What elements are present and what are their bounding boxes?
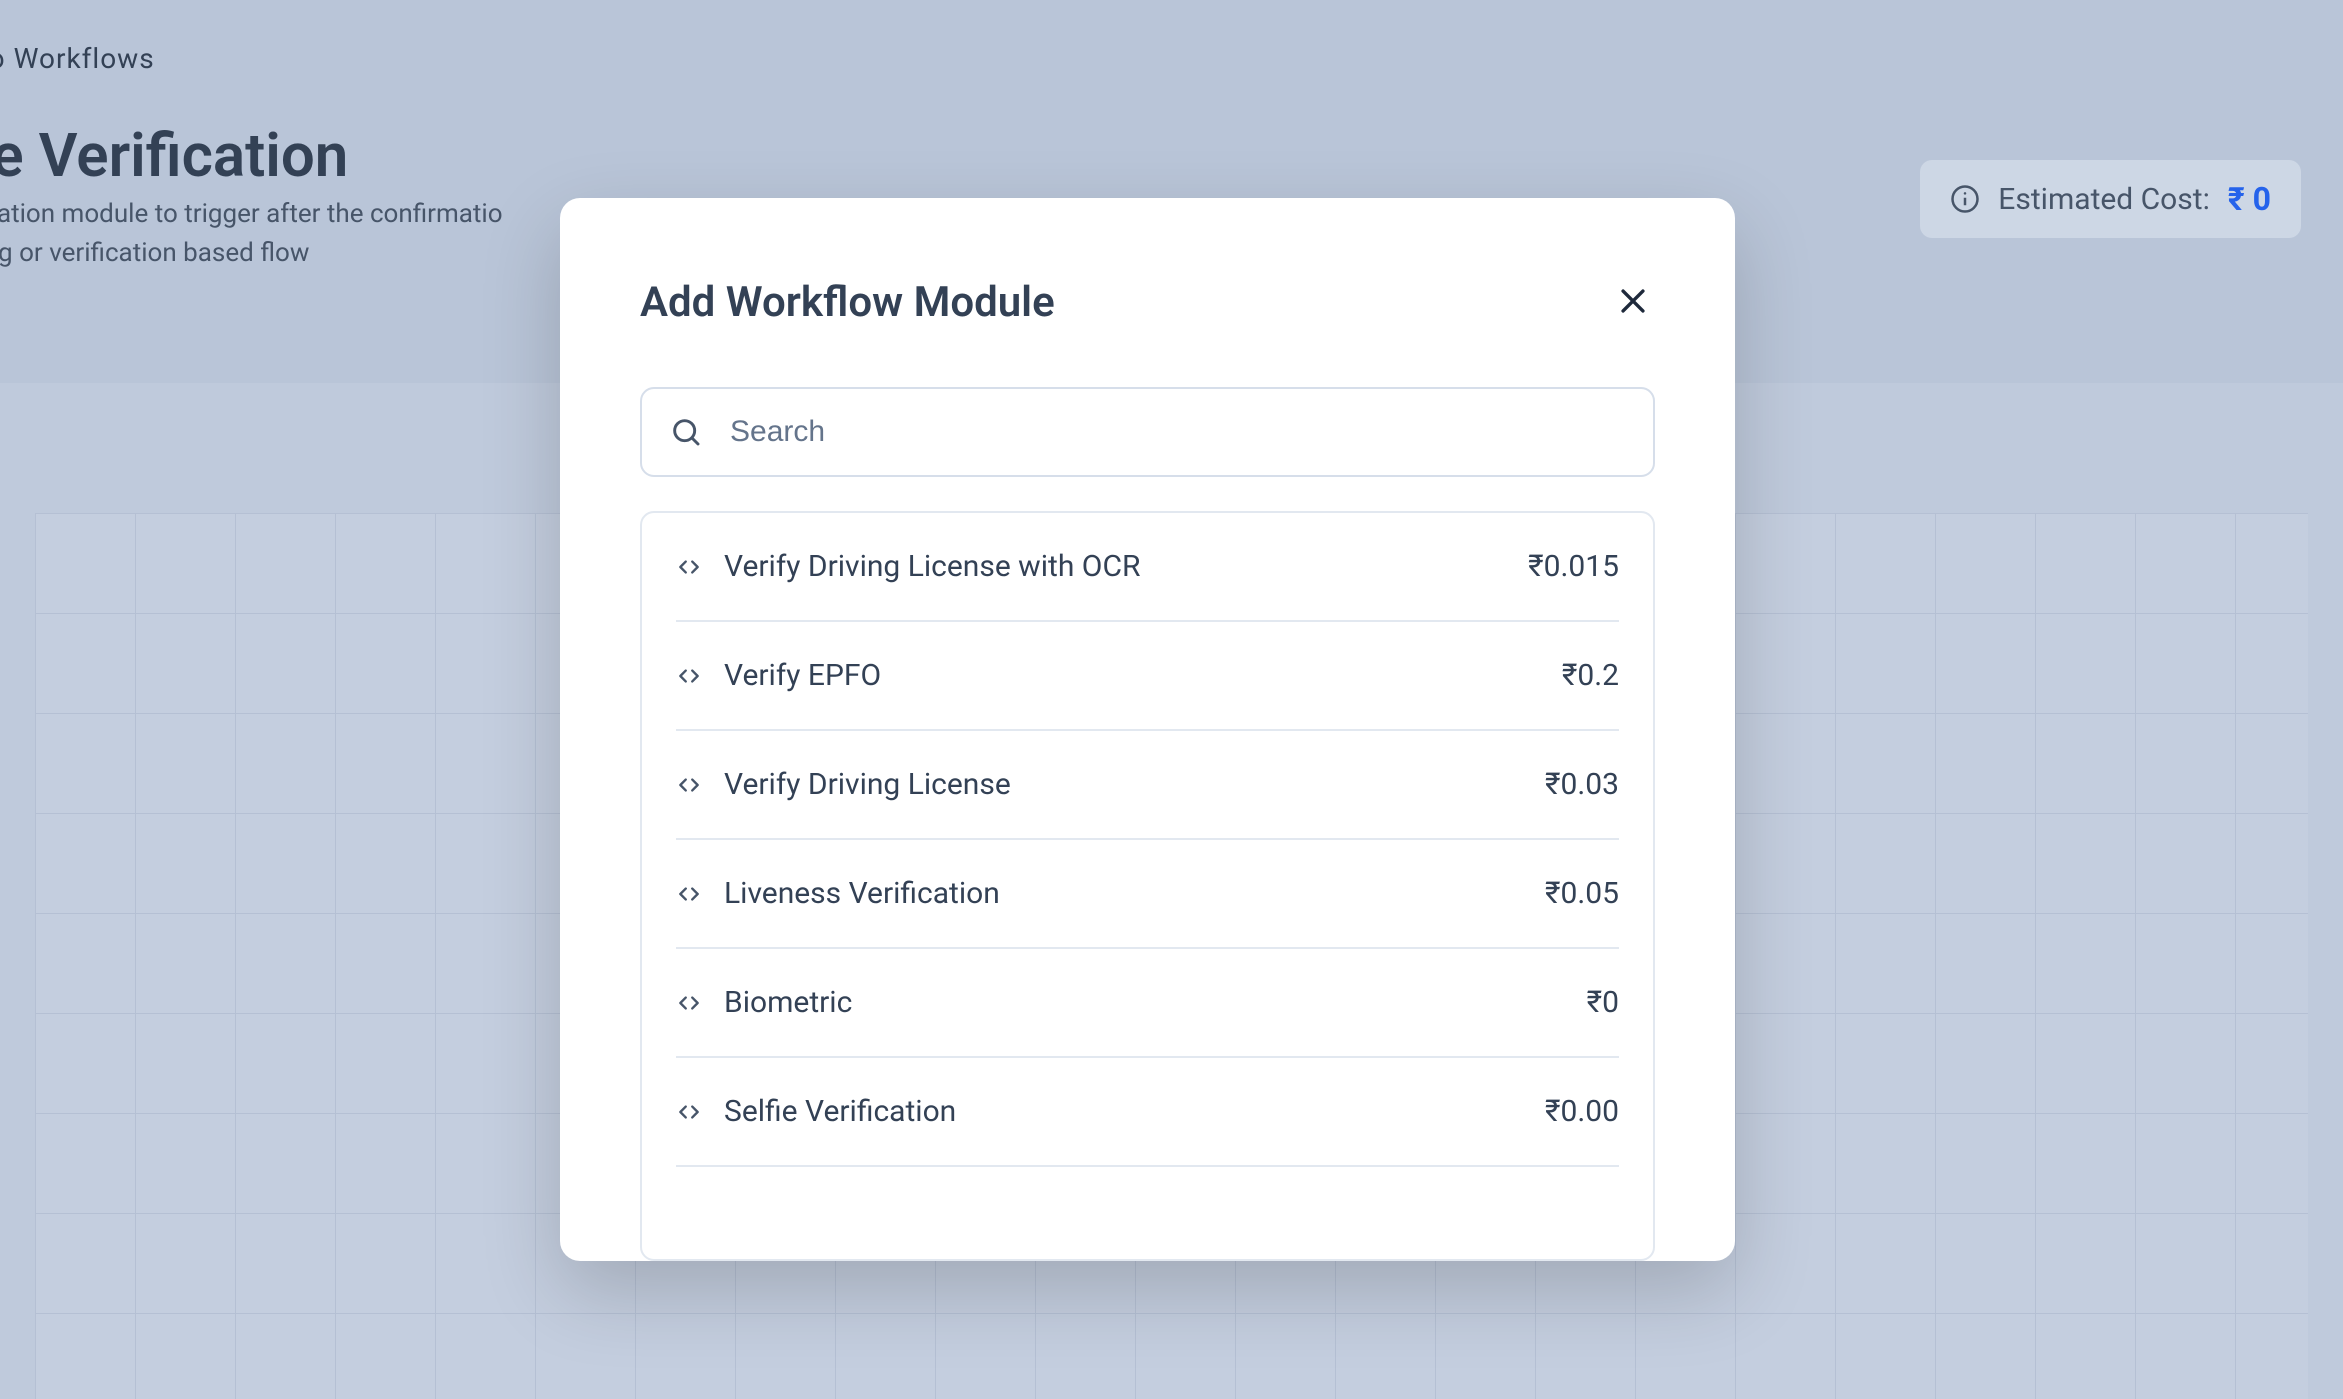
- close-button[interactable]: [1611, 281, 1655, 325]
- add-workflow-module-modal: Add Workflow Module: [560, 198, 1735, 1261]
- code-icon: [676, 1099, 702, 1125]
- code-icon: [676, 881, 702, 907]
- module-name: Verify EPFO: [724, 658, 881, 693]
- module-price: ₹0.2: [1562, 658, 1619, 693]
- code-icon: [676, 772, 702, 798]
- module-price: ₹0.00: [1545, 1094, 1619, 1129]
- modal-title: Add Workflow Module: [640, 278, 1055, 327]
- module-item-verify-dl[interactable]: Verify Driving License ₹0.03: [676, 731, 1619, 840]
- module-name: Liveness Verification: [724, 876, 1000, 911]
- modal-header: Add Workflow Module: [640, 278, 1655, 327]
- code-icon: [676, 663, 702, 689]
- search-icon: [670, 416, 702, 448]
- module-price: ₹0.03: [1545, 767, 1619, 802]
- close-icon: [1616, 284, 1650, 321]
- module-list: Verify Driving License with OCR ₹0.015 V…: [640, 511, 1655, 1261]
- module-item-left: Verify EPFO: [676, 658, 881, 693]
- module-item-left: Verify Driving License: [676, 767, 1011, 802]
- modal-overlay: Add Workflow Module: [0, 0, 2343, 1399]
- module-price: ₹0.05: [1545, 876, 1619, 911]
- module-item-verify-dl-ocr[interactable]: Verify Driving License with OCR ₹0.015: [676, 513, 1619, 622]
- module-item-left: Biometric: [676, 985, 852, 1020]
- code-icon: [676, 554, 702, 580]
- module-item-left: Selfie Verification: [676, 1094, 956, 1129]
- module-item-biometric[interactable]: Biometric ₹0: [676, 949, 1619, 1058]
- module-item-verify-epfo[interactable]: Verify EPFO ₹0.2: [676, 622, 1619, 731]
- module-price: ₹0: [1587, 985, 1619, 1020]
- module-name: Verify Driving License with OCR: [724, 549, 1140, 584]
- module-name: Biometric: [724, 985, 852, 1020]
- module-item-left: Verify Driving License with OCR: [676, 549, 1140, 584]
- module-item-selfie[interactable]: Selfie Verification ₹0.00: [676, 1058, 1619, 1167]
- module-name: Verify Driving License: [724, 767, 1011, 802]
- module-price: ₹0.015: [1528, 549, 1619, 584]
- search-input[interactable]: [730, 415, 1625, 449]
- search-container: [640, 387, 1655, 477]
- code-icon: [676, 990, 702, 1016]
- module-item-left: Liveness Verification: [676, 876, 1000, 911]
- module-item-liveness[interactable]: Liveness Verification ₹0.05: [676, 840, 1619, 949]
- module-name: Selfie Verification: [724, 1094, 956, 1129]
